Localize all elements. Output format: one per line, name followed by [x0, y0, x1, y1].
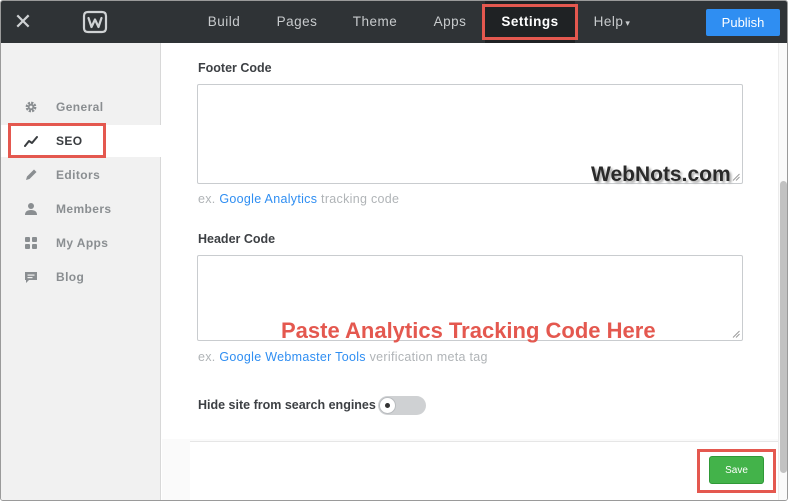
hint-suffix: tracking code — [317, 192, 400, 206]
hint-suffix: verification meta tag — [365, 350, 488, 364]
sidebar-item-editors[interactable]: Editors — [1, 159, 161, 191]
nav-theme[interactable]: Theme — [343, 1, 407, 43]
sidebar-item-members[interactable]: Members — [1, 193, 161, 225]
weebly-logo-icon[interactable] — [82, 10, 108, 34]
scrollbar-track[interactable] — [778, 43, 787, 500]
settings-sidebar: General SEO Editors Members My Apps Blog — [1, 43, 161, 500]
nav-pages[interactable]: Pages — [267, 1, 327, 43]
hint-prefix: ex. — [198, 350, 220, 364]
footer-code-hint: ex. Google Analytics tracking code — [198, 192, 399, 206]
sidebar-item-label: Blog — [56, 270, 85, 284]
footer-action-bar — [190, 441, 778, 500]
hide-site-toggle[interactable] — [378, 396, 426, 415]
sidebar-item-label: Editors — [56, 168, 101, 182]
sidebar-item-label: General — [56, 100, 104, 114]
scrollbar-thumb[interactable] — [780, 181, 787, 473]
grid-icon — [25, 237, 37, 249]
header-code-hint: ex. Google Webmaster Tools verification … — [198, 350, 488, 364]
nav-help-label: Help — [593, 14, 624, 29]
settings-highlight-box — [482, 4, 578, 40]
nav-help[interactable]: Help ▾ — [585, 1, 639, 43]
save-highlight-box — [697, 449, 776, 493]
hide-site-label: Hide site from search engines — [198, 398, 376, 412]
resize-handle-icon[interactable] — [732, 330, 740, 338]
top-bar: ✕ Build Pages Theme Apps Settings Help ▾ … — [1, 1, 787, 43]
nav-apps[interactable]: Apps — [421, 1, 479, 43]
resize-handle-icon[interactable] — [732, 173, 740, 181]
header-code-label: Header Code — [198, 232, 276, 246]
app-window: ✕ Build Pages Theme Apps Settings Help ▾ … — [0, 0, 788, 501]
gear-icon — [25, 101, 37, 113]
google-analytics-link[interactable]: Google Analytics — [219, 192, 317, 206]
paste-code-annotation: Paste Analytics Tracking Code Here — [281, 318, 656, 343]
footer-code-label: Footer Code — [198, 61, 272, 75]
sidebar-item-label: Members — [56, 202, 112, 216]
main-panel: Footer Code ex. Google Analytics trackin… — [162, 43, 778, 500]
close-icon[interactable]: ✕ — [11, 10, 35, 34]
sidebar-item-label: My Apps — [56, 236, 109, 250]
hint-prefix: ex. — [198, 192, 220, 206]
sidebar-item-blog[interactable]: Blog — [1, 261, 161, 293]
seo-highlight-box — [8, 123, 106, 158]
chevron-down-icon: ▾ — [625, 18, 631, 28]
pencil-icon — [26, 169, 37, 180]
sidebar-item-my-apps[interactable]: My Apps — [1, 227, 161, 259]
webnots-watermark: WebNots.com — [591, 163, 731, 186]
google-webmaster-tools-link[interactable]: Google Webmaster Tools — [219, 350, 366, 364]
sidebar-item-general[interactable]: General — [1, 91, 161, 123]
comment-icon — [25, 272, 37, 283]
nav-build[interactable]: Build — [194, 1, 254, 43]
toggle-knob — [379, 397, 396, 414]
person-icon — [25, 203, 37, 215]
publish-button[interactable]: Publish — [706, 9, 780, 36]
seo-settings-form: Footer Code ex. Google Analytics trackin… — [162, 43, 778, 439]
